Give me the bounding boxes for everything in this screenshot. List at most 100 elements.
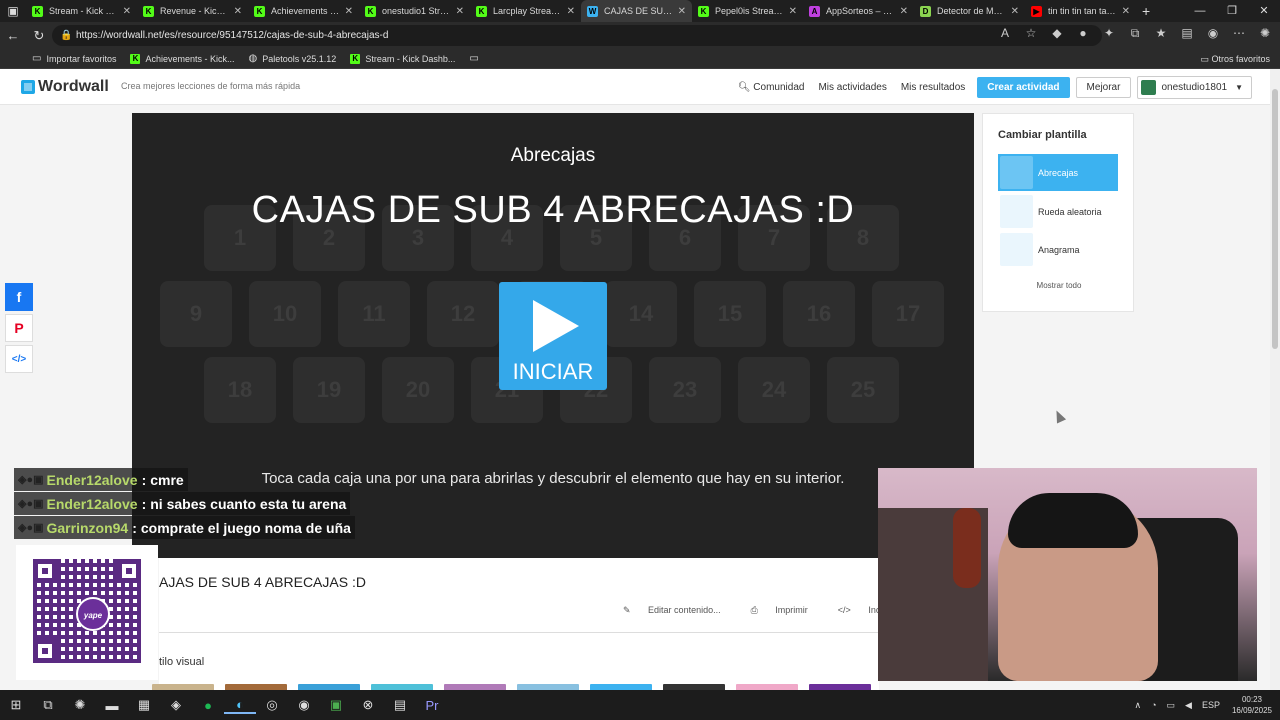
start-button[interactable]: INICIAR — [499, 282, 607, 390]
game-box[interactable]: 24 — [738, 357, 810, 423]
browser-tab[interactable]: K Larcplay Stream - W ✕ — [470, 0, 581, 22]
my-activities-link[interactable]: Mis actividades — [818, 82, 886, 93]
browser-tab[interactable]: K Stream - Kick Dashb ✕ — [26, 0, 137, 22]
browser-tab[interactable]: K Pepel0is Stream - W ✕ — [692, 0, 803, 22]
template-anagram[interactable]: Anagrama — [998, 231, 1118, 268]
split-screen-icon[interactable]: ⧉ — [1128, 26, 1142, 41]
profile-icon[interactable]: ◉ — [1206, 26, 1220, 41]
extension-icon-2[interactable]: ● — [1076, 26, 1090, 41]
premiere-icon[interactable]: Pr — [416, 698, 448, 713]
app-icon[interactable]: ▣ — [320, 697, 352, 713]
close-tab-icon[interactable]: ✕ — [1122, 6, 1130, 17]
create-activity-button[interactable]: Crear actividad — [977, 77, 1070, 98]
edit-content-button[interactable]: ✎ Editar contenido... — [623, 605, 736, 616]
close-tab-icon[interactable]: ✕ — [345, 6, 353, 17]
tab-title: Detector de Mentir — [937, 6, 1007, 16]
community-link[interactable]: 🔍︎ Comunidad — [738, 82, 805, 93]
template-random-wheel[interactable]: Rueda aleatoria — [998, 193, 1118, 230]
close-tab-icon[interactable]: ✕ — [234, 6, 242, 17]
embed-icon[interactable]: </> — [5, 345, 33, 373]
bookmark-folder[interactable]: ▭ — [469, 53, 483, 64]
game-box[interactable]: 14 — [605, 281, 677, 347]
game-box[interactable]: 20 — [382, 357, 454, 423]
game-box[interactable]: 9 — [160, 281, 232, 347]
browser-tab[interactable]: D Detector de Mentir ✕ — [914, 0, 1025, 22]
close-tab-icon[interactable]: ✕ — [123, 6, 131, 17]
obs-icon[interactable]: ◉ — [288, 697, 320, 713]
close-tab-icon[interactable]: ✕ — [567, 6, 575, 17]
bookmark-paletools[interactable]: ◍ Paletools v25.1.12 — [249, 53, 337, 64]
my-results-link[interactable]: Mis resultados — [901, 82, 965, 93]
page-scrollbar[interactable] — [1270, 69, 1280, 690]
close-window-icon[interactable]: ✕ — [1248, 0, 1280, 22]
favorite-star-icon[interactable]: ☆ — [1024, 26, 1038, 41]
game-box[interactable]: 25 — [827, 357, 899, 423]
template-abrecajas[interactable]: Abrecajas — [998, 154, 1118, 191]
browser-tab[interactable]: W CAJAS DE SUB 4 :D ✕ — [581, 0, 692, 22]
new-tab-button[interactable]: + — [1142, 3, 1150, 19]
game-box[interactable]: 15 — [694, 281, 766, 347]
start-icon[interactable]: ⊞ — [0, 697, 32, 713]
other-favorites[interactable]: ▭ Otros favoritos — [1200, 49, 1270, 69]
chevron-up-icon[interactable]: ∧ — [1134, 700, 1141, 711]
extensions-puzzle-icon[interactable]: ✦ — [1102, 26, 1116, 41]
app-icon[interactable]: ▤ — [384, 697, 416, 713]
restore-icon[interactable]: ❐ — [1216, 0, 1248, 22]
discord-icon[interactable]: ◎ — [256, 697, 288, 713]
back-icon[interactable]: ← — [0, 28, 26, 43]
browser-tab[interactable]: K Achievements - Kick ✕ — [248, 0, 359, 22]
game-box[interactable]: 18 — [204, 357, 276, 423]
extension-icon[interactable]: ◆ — [1050, 26, 1064, 41]
app-icon[interactable]: ▦ — [128, 697, 160, 713]
wordwall-logo[interactable]: Wordwall — [21, 78, 109, 96]
game-box[interactable]: 16 — [783, 281, 855, 347]
window-menu-icon[interactable]: ▣ — [0, 0, 26, 22]
xbox-icon[interactable]: ⊗ — [352, 697, 384, 713]
edge-icon[interactable]: ◐ — [224, 697, 256, 714]
browser-tab[interactable]: A AppSorteos – La Ru ✕ — [803, 0, 914, 22]
more-menu-icon[interactable]: ⋯ — [1232, 26, 1246, 41]
collections-icon[interactable]: ▤ — [1180, 26, 1194, 41]
display-icon[interactable]: ▭ — [1167, 700, 1176, 711]
close-tab-icon[interactable]: ✕ — [456, 6, 464, 17]
bookmark-stream[interactable]: K Stream - Kick Dashb... — [350, 53, 455, 64]
facebook-icon[interactable]: f — [5, 283, 33, 311]
close-tab-icon[interactable]: ✕ — [678, 6, 686, 17]
game-box[interactable]: 12 — [427, 281, 499, 347]
browser-tab[interactable]: ▶ tin tin tin tan tan ta ✕ — [1025, 0, 1136, 22]
copilot-icon[interactable]: ✺ — [1258, 26, 1272, 41]
scrollbar-thumb[interactable] — [1272, 89, 1278, 349]
favorites-icon[interactable]: ★ — [1154, 26, 1168, 41]
wifi-icon[interactable]: ◔ — [1151, 700, 1156, 710]
user-dropdown[interactable]: onestudio1801 ▼ — [1137, 76, 1252, 99]
spotify-icon[interactable]: ● — [192, 698, 224, 713]
task-view-icon[interactable]: ⧉ — [32, 697, 64, 713]
clock[interactable]: 00:23 16/09/2025 — [1232, 694, 1272, 716]
copilot-icon[interactable]: ✺ — [64, 697, 96, 713]
volume-icon[interactable]: ◀ — [1185, 700, 1192, 711]
game-box[interactable]: 23 — [649, 357, 721, 423]
game-box[interactable]: 11 — [338, 281, 410, 347]
game-box[interactable]: 10 — [249, 281, 321, 347]
bookmark-import[interactable]: ▭ Importar favoritos — [32, 53, 116, 64]
app-icon[interactable]: ◈ — [160, 697, 192, 713]
url-field[interactable]: 🔒 https://wordwall.net/es/resource/95147… — [52, 25, 1102, 46]
upgrade-button[interactable]: Mejorar — [1075, 77, 1132, 98]
language-indicator[interactable]: ESP — [1202, 700, 1220, 710]
file-explorer-icon[interactable]: ▬ — [96, 698, 128, 713]
close-tab-icon[interactable]: ✕ — [1011, 6, 1019, 17]
browser-tab[interactable]: K Revenue - Kick Dash ✕ — [137, 0, 248, 22]
print-button[interactable]: ⎙ Imprimir — [751, 605, 823, 616]
game-box[interactable]: 17 — [872, 281, 944, 347]
reload-icon[interactable]: ↻ — [26, 28, 52, 44]
close-tab-icon[interactable]: ✕ — [789, 6, 797, 17]
game-box[interactable]: 19 — [293, 357, 365, 423]
browser-tab[interactable]: Konestudio1 Stream ✕ — [359, 0, 470, 22]
bookmark-achievements[interactable]: K Achievements - Kick... — [130, 53, 235, 64]
minimize-icon[interactable]: — — [1184, 0, 1216, 22]
chat-message: ◈●▣ Garrinzon94: comprate el juego noma de… — [14, 516, 355, 539]
show-all-link[interactable]: Mostrar todo — [983, 281, 1135, 290]
pinterest-icon[interactable]: P — [5, 314, 33, 342]
close-tab-icon[interactable]: ✕ — [900, 6, 908, 17]
read-aloud-icon[interactable]: A — [998, 26, 1012, 41]
